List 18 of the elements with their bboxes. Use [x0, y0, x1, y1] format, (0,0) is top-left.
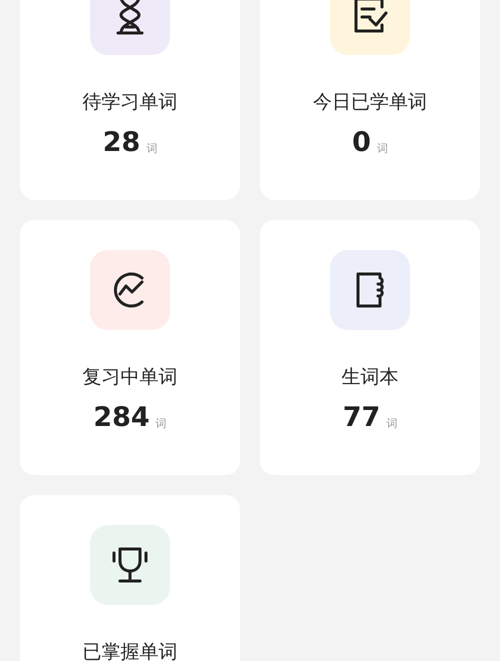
unit-label: 词 [386, 416, 398, 432]
unit-label: 词 [376, 141, 388, 157]
stat-card[interactable]: 已掌握单词 [20, 495, 240, 661]
card-label: 已掌握单词 [82, 640, 178, 661]
unit-label: 词 [156, 416, 167, 432]
card-label: 待学习单词 [82, 90, 178, 115]
stat-card[interactable]: 今日已学单词 0 词 [260, 0, 480, 200]
word-count: 28 [102, 127, 140, 159]
word-count: 0 [352, 127, 371, 159]
card-label: 今日已学单词 [313, 90, 427, 115]
card-label: 生词本 [342, 365, 398, 390]
card-label: 复习中单词 [82, 365, 178, 390]
unit-label: 词 [146, 141, 158, 157]
stat-card[interactable]: 待学习单词 28 词 [20, 0, 240, 200]
stat-card[interactable]: 复习中单词 284 词 [20, 220, 240, 475]
stat-card[interactable]: 生词本 77 词 [260, 220, 480, 475]
word-count: 284 [93, 402, 150, 434]
word-count: 77 [342, 402, 380, 434]
